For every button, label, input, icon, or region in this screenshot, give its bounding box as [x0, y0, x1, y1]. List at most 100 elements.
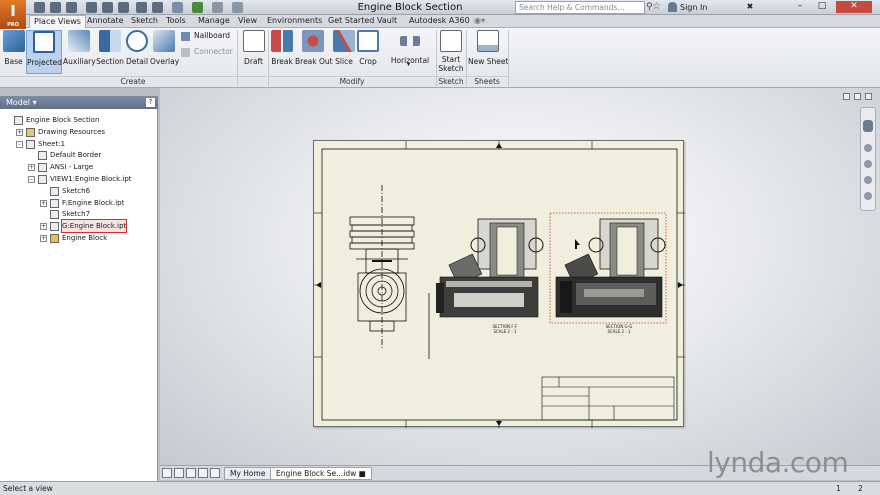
home-icon[interactable] — [118, 2, 129, 13]
sheet-graphics — [314, 141, 685, 428]
tree-node-icon — [38, 175, 47, 184]
exchange-icon[interactable]: ✖ — [740, 1, 760, 13]
new-sheet-button[interactable]: New Sheet — [468, 30, 508, 74]
zoom-icon[interactable] — [864, 160, 872, 168]
crop-button[interactable]: Crop — [357, 30, 379, 74]
tab-manage[interactable]: Manage — [194, 15, 234, 28]
cascade-icon[interactable] — [186, 468, 196, 478]
appearance-icon[interactable] — [172, 2, 183, 13]
qat-dropdown-icon[interactable] — [232, 2, 243, 13]
document-title: Engine Block Section — [357, 2, 463, 13]
ribbon-panel: Base Projected Auxiliary Section Detail … — [0, 28, 880, 88]
break-button[interactable]: Break — [270, 30, 294, 74]
expand-icon[interactable]: + — [40, 235, 47, 242]
maximize-button[interactable]: □ — [812, 1, 832, 13]
arrange-icon[interactable] — [198, 468, 208, 478]
tree-item[interactable]: + G:Engine Block.ipt — [0, 219, 158, 234]
material-icon[interactable] — [192, 2, 203, 13]
tree-item[interactable]: Sketch6 — [0, 185, 158, 197]
projected-view-button[interactable]: Projected — [26, 30, 62, 74]
tree-item-label: Sketch6 — [62, 186, 91, 195]
viewport-restore-button[interactable] — [854, 93, 861, 100]
drawing-canvas[interactable]: SECTION F-F SCALE 2 : 1 SECTION G-G SCAL… — [160, 88, 880, 465]
detail-view-button[interactable]: Detail — [125, 30, 149, 74]
collapse-icon[interactable]: - — [28, 176, 35, 183]
tab-engine-block-label: Engine Block Se...idw — [276, 469, 357, 478]
section-view-button[interactable]: Section — [96, 30, 124, 74]
tree-item[interactable]: + Engine Block — [0, 232, 158, 244]
viewport-minimize-button[interactable] — [843, 93, 850, 100]
start-sketch-button[interactable]: Start Sketch — [438, 30, 464, 74]
browser-header[interactable]: Model ▾ ? — [0, 96, 158, 109]
tree-item-label: Sheet:1 — [38, 139, 66, 148]
tree-node-icon — [14, 116, 23, 125]
start-sketch-icon — [440, 30, 462, 52]
steering-wheel-icon[interactable] — [863, 120, 873, 132]
redo-icon[interactable] — [102, 2, 113, 13]
connector-button[interactable]: Connector — [194, 47, 233, 56]
star-icon[interactable]: ☆ — [652, 1, 661, 12]
tree-item[interactable]: + Drawing Resources — [0, 126, 158, 138]
tree-item[interactable]: Engine Block Section — [0, 114, 158, 126]
new-file-icon[interactable] — [34, 2, 45, 13]
viewport-close-button[interactable] — [865, 93, 872, 100]
tab-tools[interactable]: Tools — [162, 15, 190, 28]
overlay-view-button[interactable]: Overlay — [150, 30, 179, 74]
tree-item[interactable]: + ANSI - Large — [0, 161, 158, 173]
auxiliary-view-button[interactable]: Auxiliary — [63, 30, 96, 74]
tab-view[interactable]: View — [234, 15, 261, 28]
tile-horizontal-icon[interactable] — [162, 468, 172, 478]
new-sheet-icon — [477, 30, 499, 52]
pan-icon[interactable] — [864, 144, 872, 152]
sign-in-link[interactable]: Sign In — [680, 2, 707, 13]
nailboard-button[interactable]: Nailboard — [194, 31, 230, 40]
undo-icon[interactable] — [86, 2, 97, 13]
tree-item[interactable]: + F:Engine Block.ipt — [0, 197, 158, 209]
tab-close-icon[interactable]: ■ — [359, 469, 366, 478]
slice-button[interactable]: Slice — [332, 30, 356, 74]
document-list-icon[interactable] — [210, 468, 220, 478]
app-logo-letter: I — [10, 2, 16, 20]
tab-vault[interactable]: Vault — [373, 15, 401, 28]
save-icon[interactable] — [66, 2, 77, 13]
ribbon-separator — [508, 30, 509, 86]
orbit-icon[interactable] — [864, 176, 872, 184]
tab-environments[interactable]: Environments — [263, 15, 326, 28]
tile-vertical-icon[interactable] — [174, 468, 184, 478]
nailboard-icon — [181, 32, 190, 41]
base-view-button[interactable]: Base — [2, 30, 25, 74]
tab-options-icon[interactable]: ◉▾ — [470, 15, 496, 28]
look-at-icon[interactable] — [864, 192, 872, 200]
parameters-icon[interactable] — [212, 2, 223, 13]
drawing-sheet[interactable]: SECTION F-F SCALE 2 : 1 SECTION G-G SCAL… — [313, 140, 685, 428]
tree-item[interactable]: - VIEW1:Engine Block.ipt — [0, 173, 158, 185]
tab-place-views[interactable]: Place Views — [29, 15, 86, 29]
tree-node-icon — [50, 186, 59, 196]
open-file-icon[interactable] — [50, 2, 61, 13]
tab-engine-block[interactable]: Engine Block Se...idw ■ — [270, 467, 372, 480]
tab-my-home[interactable]: My Home — [224, 467, 272, 480]
select-icon[interactable] — [136, 2, 147, 13]
expand-icon[interactable]: + — [40, 199, 47, 207]
help-icon[interactable]: ? — [146, 98, 155, 107]
tree-item[interactable]: Sketch7 — [0, 208, 158, 220]
break-out-button[interactable]: Break Out — [295, 30, 333, 74]
app-menu-button[interactable]: I PRO — [0, 0, 26, 29]
draft-view-button[interactable]: Draft — [240, 30, 267, 74]
chevron-down-icon[interactable]: ▾ — [407, 61, 410, 68]
minimize-button[interactable]: – — [790, 1, 810, 13]
search-input[interactable]: Search Help & Commands... — [515, 1, 645, 14]
model-browser: Model ▾ ? Engine Block Section + Drawing R… — [0, 96, 158, 481]
tab-sketch[interactable]: Sketch — [127, 15, 162, 28]
expand-icon[interactable]: + — [16, 128, 23, 136]
expand-icon[interactable]: + — [28, 164, 35, 172]
expand-icon[interactable]: + — [40, 223, 47, 231]
tab-annotate[interactable]: Annotate — [83, 15, 128, 28]
tree-item[interactable]: - Sheet:1 — [0, 138, 158, 150]
tab-autodesk-a360[interactable]: Autodesk A360 — [405, 15, 474, 28]
update-icon[interactable] — [152, 2, 163, 13]
tree-item[interactable]: Default Border — [0, 149, 158, 161]
collapse-icon[interactable]: - — [16, 140, 23, 148]
tab-get-started[interactable]: Get Started — [324, 15, 378, 28]
close-button[interactable]: ✕ — [836, 1, 872, 13]
